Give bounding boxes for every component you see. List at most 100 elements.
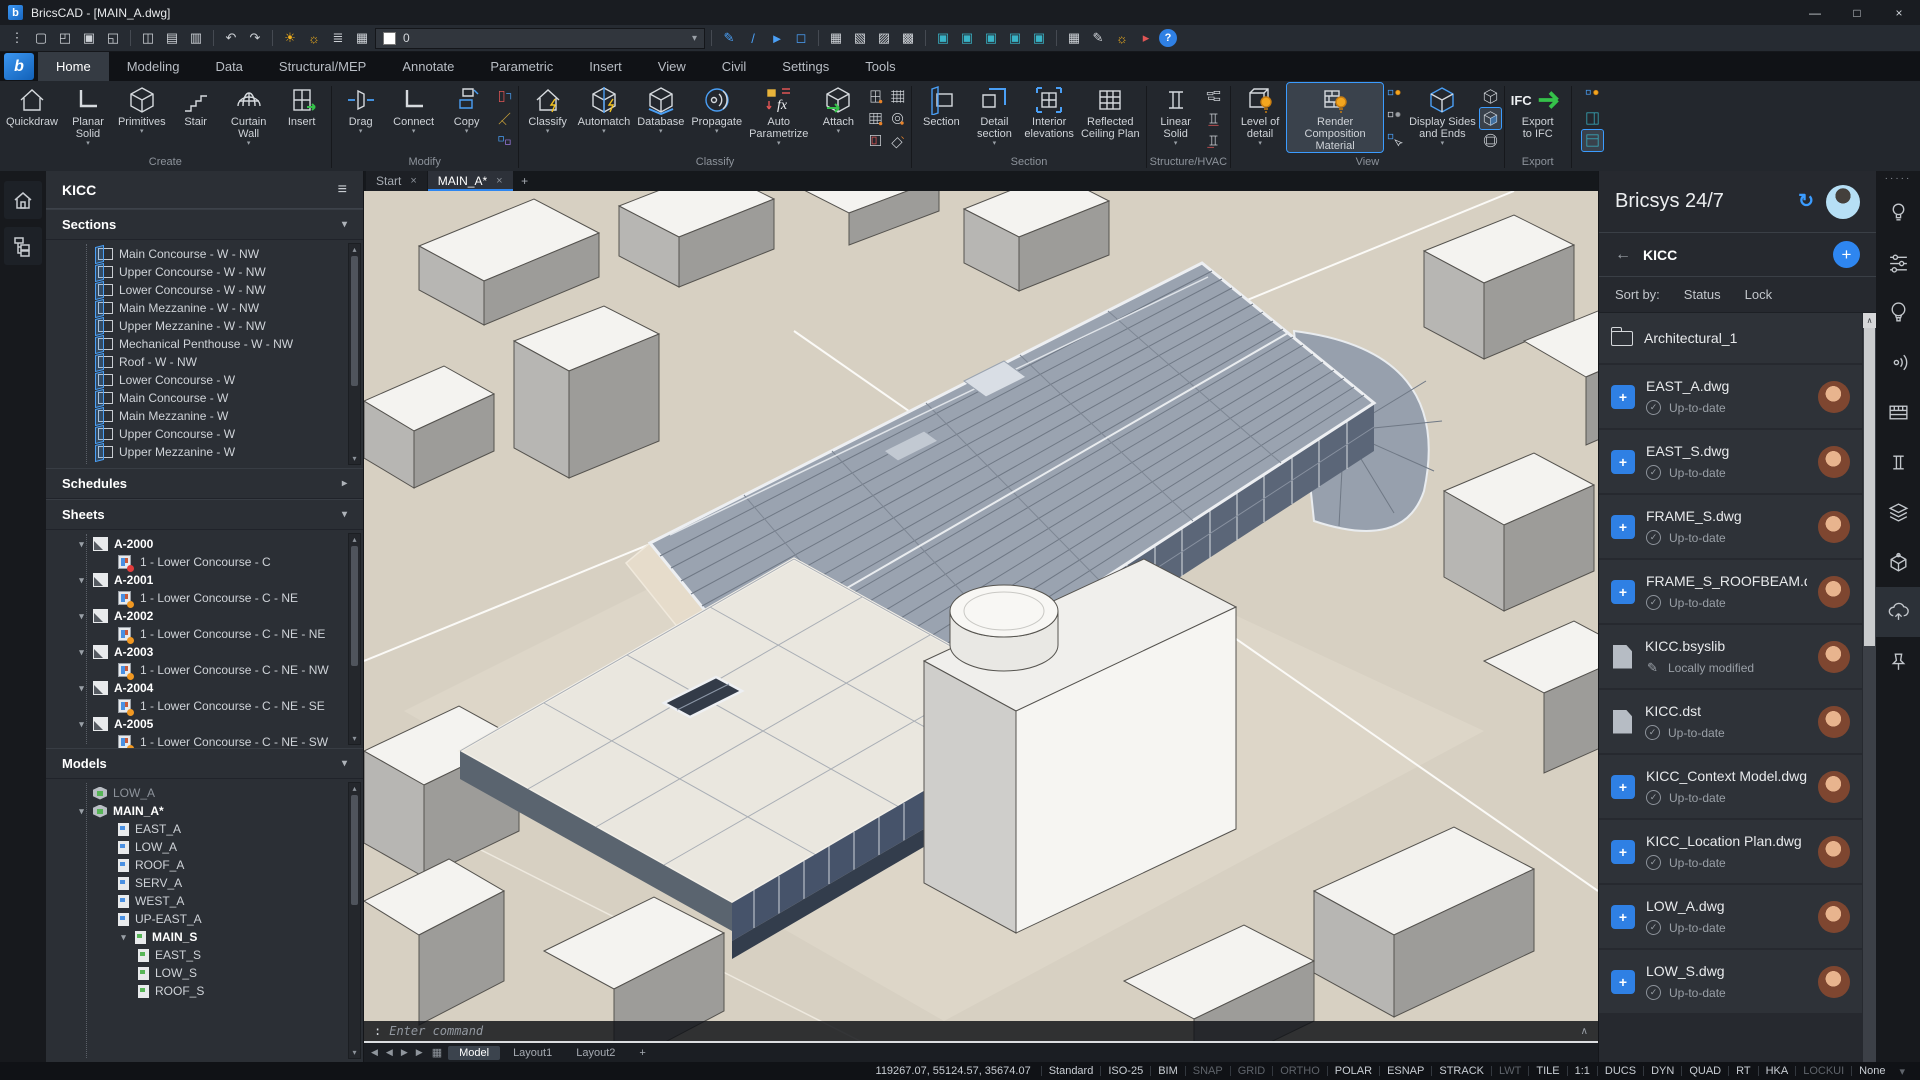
cloud-upload-icon[interactable]	[1876, 587, 1920, 637]
status-strack[interactable]: STRACK	[1432, 1065, 1491, 1077]
classify-button[interactable]: Classify ▾	[522, 83, 574, 134]
match-brush-icon[interactable]: ✎	[718, 28, 740, 49]
tab-insert[interactable]: Insert	[571, 52, 640, 81]
model-item[interactable]: LOW_S	[46, 964, 363, 982]
models-header[interactable]: Models ▾	[46, 748, 363, 779]
bim-spatial-icon[interactable]: ▣	[1004, 28, 1026, 49]
table-icon[interactable]: ▦	[1063, 28, 1085, 49]
profile-beam-icon[interactable]	[1203, 86, 1224, 107]
sheet-viewport[interactable]: 1 - Lower Concourse - C	[46, 553, 363, 571]
sheet-group[interactable]: ▾A-2003	[46, 643, 363, 661]
display-config-icon[interactable]	[1582, 86, 1603, 107]
story-target-icon[interactable]	[887, 108, 908, 129]
scrollbar-thumb[interactable]	[1864, 328, 1875, 646]
model-item[interactable]: ROOF_S	[46, 982, 363, 1000]
copy-button[interactable]: Copy ▾	[441, 83, 493, 134]
drag-button[interactable]: Drag ▾	[335, 83, 387, 134]
attach-button[interactable]: Attach ▾	[812, 83, 864, 134]
curtain-wall-button[interactable]: Curtain Wall ▾	[223, 83, 275, 146]
display-sides-and-ends-button[interactable]: Display Sides and Ends ▾	[1406, 83, 1479, 146]
sheet-group[interactable]: ▾A-2002	[46, 607, 363, 625]
model-item[interactable]: ▾MAIN_S	[46, 928, 363, 946]
tab-civil[interactable]: Civil	[704, 52, 765, 81]
bim-project-icon[interactable]: ▣	[1028, 28, 1050, 49]
section-item[interactable]: Roof - W - NW	[46, 353, 363, 371]
flag-icon[interactable]: ▸	[1135, 28, 1157, 49]
profile-edit-icon[interactable]	[1203, 108, 1224, 129]
close-button[interactable]: ×	[1878, 0, 1920, 25]
structure-tree-icon[interactable]	[4, 227, 42, 265]
chevron-down-icon[interactable]: ▾	[1892, 1065, 1912, 1078]
page-setup-icon[interactable]: ▤	[161, 28, 183, 49]
viewport-3d-scene[interactable]	[364, 191, 1598, 1043]
detail-section-button[interactable]: Detail section ▾	[968, 83, 1020, 146]
model-item[interactable]: WEST_A	[46, 892, 363, 910]
sheet-viewport[interactable]: 1 - Lower Concourse - C - NE - SW	[46, 733, 363, 748]
tab-view[interactable]: View	[640, 52, 704, 81]
structural-profile-icon[interactable]	[1876, 437, 1920, 487]
status-hka[interactable]: HKA	[1759, 1065, 1796, 1077]
status-rt[interactable]: RT	[1729, 1065, 1757, 1077]
model-item[interactable]: UP-EAST_A	[46, 910, 363, 928]
add-file-button[interactable]: +	[1833, 241, 1860, 268]
snap-grid-icon[interactable]: ▦	[825, 28, 847, 49]
connect-button[interactable]: Connect ▾	[388, 83, 440, 134]
ortho-mode-icon[interactable]: ▨	[873, 28, 895, 49]
file-row[interactable]: + LOW_S.dwg ✓Up-to-date	[1599, 950, 1862, 1013]
array-icon[interactable]	[494, 130, 515, 151]
coil-icon[interactable]: ≣	[327, 28, 349, 49]
file-row[interactable]: + EAST_S.dwg ✓Up-to-date	[1599, 430, 1862, 493]
maximize-button[interactable]: □	[1836, 0, 1878, 25]
tab-settings[interactable]: Settings	[764, 52, 847, 81]
select-cursor-icon[interactable]: ►	[766, 28, 788, 49]
sides-mode-wire-icon[interactable]	[1480, 130, 1501, 151]
export-to-ifc-button[interactable]: IFC Export to IFC	[1508, 83, 1568, 140]
bricsys-logo-icon[interactable]: b	[4, 53, 34, 80]
scrollbar[interactable]: ▴▾	[348, 243, 361, 465]
door-icon[interactable]	[865, 130, 886, 151]
scrollbar[interactable]: ∧	[1863, 313, 1876, 1062]
new-doc-tab-button[interactable]: +	[514, 171, 536, 191]
layout-tab-layout2[interactable]: Layout2	[565, 1046, 626, 1060]
tab-tools[interactable]: Tools	[847, 52, 913, 81]
schedule-grid-icon[interactable]	[1876, 387, 1920, 437]
model-item[interactable]: EAST_A	[46, 820, 363, 838]
help-icon[interactable]: ?	[1159, 29, 1177, 47]
sun-icon[interactable]: ☼	[303, 28, 325, 49]
model-item[interactable]: LOW_A	[46, 784, 363, 802]
settings-sliders-icon[interactable]	[1876, 237, 1920, 287]
file-row[interactable]: + KICC_Location Plan.dwg ✓Up-to-date	[1599, 820, 1862, 883]
section-item[interactable]: Main Mezzanine - W - NW	[46, 299, 363, 317]
plot-preview-icon[interactable]: ◫	[137, 28, 159, 49]
printer-icon[interactable]: ▦	[351, 28, 373, 49]
status-quad[interactable]: QUAD	[1682, 1065, 1728, 1077]
add-layout-button[interactable]: +	[628, 1046, 656, 1060]
section-item[interactable]: Main Concourse - W	[46, 389, 363, 407]
sheet-viewport[interactable]: 1 - Lower Concourse - C - NE - NE	[46, 625, 363, 643]
grid-icon[interactable]	[887, 86, 908, 107]
sides-mode-flat-icon[interactable]	[1480, 86, 1501, 107]
file-row[interactable]: + LOW_A.dwg ✓Up-to-date	[1599, 885, 1862, 948]
room-icon[interactable]	[865, 108, 886, 129]
scrollbar[interactable]: ▴▾	[348, 533, 361, 745]
planar-solid-button[interactable]: Planar Solid ▾	[62, 83, 114, 146]
status-ortho[interactable]: ORTHO	[1273, 1065, 1327, 1077]
status-bim[interactable]: BIM	[1151, 1065, 1185, 1077]
status-esnap[interactable]: ESNAP	[1380, 1065, 1431, 1077]
sheet-group[interactable]: ▾A-2005	[46, 715, 363, 733]
sides-mode-shaded-icon[interactable]	[1480, 108, 1501, 129]
bim-compositions-icon[interactable]: ▣	[956, 28, 978, 49]
layout-grid-icon[interactable]: ▦	[428, 1046, 446, 1059]
tab-modeling[interactable]: Modeling	[109, 52, 198, 81]
settings-gear-icon[interactable]: ☼	[1111, 28, 1133, 49]
layers-stack-icon[interactable]	[1876, 487, 1920, 537]
status-lockui[interactable]: LOCKUI	[1796, 1065, 1851, 1077]
sheets-header[interactable]: Sheets ▾	[46, 499, 363, 530]
next-layout-icon[interactable]: ▶	[398, 1047, 411, 1058]
command-input[interactable]: Enter command	[389, 1024, 483, 1038]
new-file-icon[interactable]: ▢	[30, 28, 52, 49]
profile-convert-icon[interactable]	[1203, 130, 1224, 151]
interior-elevations-button[interactable]: Interior elevations	[1021, 83, 1077, 140]
tab-structural-mep[interactable]: Structural/MEP	[261, 52, 384, 81]
panel-toggle-icon[interactable]	[1582, 108, 1603, 129]
